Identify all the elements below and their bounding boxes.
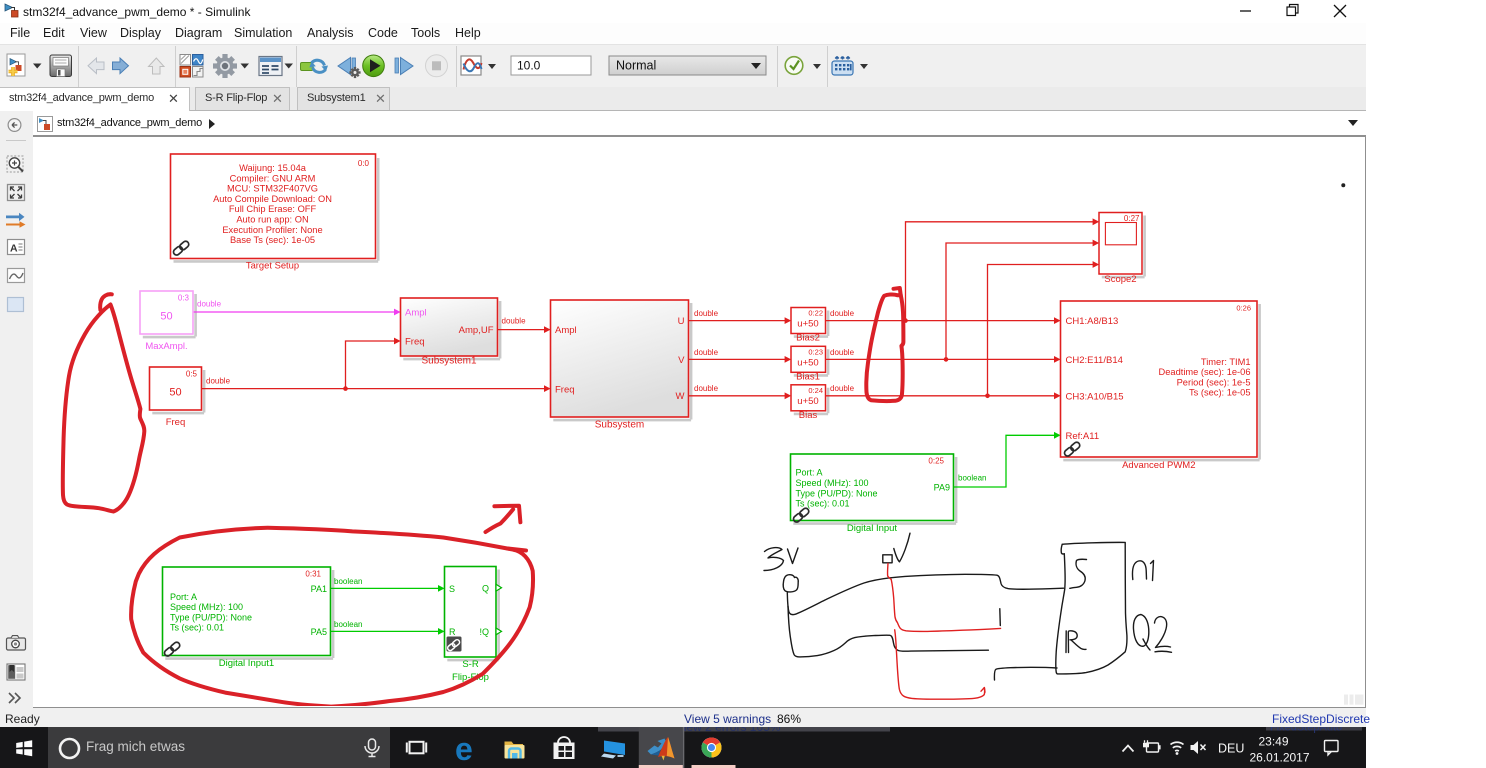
svg-text:boolean: boolean [334,577,362,586]
svg-text:u+50: u+50 [797,396,818,407]
svg-text:Ampl: Ampl [405,308,427,319]
svg-text:Compiler: GNU ARM: Compiler: GNU ARM [230,173,316,183]
svg-text:Type (PU/PD): None: Type (PU/PD): None [170,612,252,622]
svg-text:Freq: Freq [555,385,575,396]
svg-text:PA1: PA1 [311,584,327,594]
svg-text:R: R [449,627,456,637]
svg-text:View 2 errors 105%: View 2 errors 105% [676,727,781,734]
svg-text:!Q: !Q [479,627,489,637]
svg-text:Base Ts (sec): 1e-05: Base Ts (sec): 1e-05 [230,235,315,245]
svg-text:Bias2: Bias2 [796,333,820,344]
svg-text:50: 50 [169,387,181,399]
svg-text:double: double [694,348,719,357]
svg-text:0:5: 0:5 [186,370,198,379]
svg-text:S-R: S-R [462,659,479,670]
svg-text:Ref:A11: Ref:A11 [1066,431,1100,442]
svg-text:10.0: 10.0 [517,59,541,73]
svg-text:0:26: 0:26 [1236,304,1251,313]
svg-text:Ts (sec): 0.01: Ts (sec): 0.01 [796,499,850,509]
svg-text:A: A [10,243,18,255]
svg-text:Digital Input: Digital Input [847,523,898,534]
svg-text:U: U [678,316,685,327]
svg-text:boolean: boolean [958,474,986,483]
svg-text:FixedStepAuto: FixedStepAuto [1270,727,1342,734]
svg-text:Amp,UF: Amp,UF [459,325,494,336]
svg-text:double: double [830,309,855,318]
svg-text:double: double [694,384,719,393]
svg-text:Digital Input1: Digital Input1 [219,658,274,669]
svg-text:double: double [830,384,855,393]
svg-text:W: W [676,391,685,402]
svg-text:double: double [197,300,222,309]
svg-text:23:49: 23:49 [1258,735,1288,749]
svg-text:Bias: Bias [799,410,818,421]
svg-text:MCU: STM32F407VG: MCU: STM32F407VG [227,184,318,194]
svg-text:0:22: 0:22 [808,309,823,318]
svg-text:Full Chip Erase: OFF: Full Chip Erase: OFF [229,204,317,214]
svg-text:MaxAmpl.: MaxAmpl. [145,341,187,352]
svg-text:Deadtime (sec): 1e-06: Deadtime (sec): 1e-06 [1159,367,1251,377]
svg-text:double: double [206,377,231,386]
svg-text:Port: A: Port: A [796,468,823,478]
svg-text:u+50: u+50 [797,319,818,330]
svg-text:CH3:A10/B15: CH3:A10/B15 [1066,391,1124,402]
svg-text:Normal: Normal [616,59,656,73]
svg-text:26.01.2017: 26.01.2017 [1249,751,1309,765]
svg-text:CH2:E11/B14: CH2:E11/B14 [1066,355,1123,366]
svg-text:double: double [830,348,855,357]
svg-text:Scope2: Scope2 [1104,274,1136,285]
svg-text:0:0: 0:0 [358,159,370,168]
svg-text:Q: Q [482,583,489,593]
svg-text:Type (PU/PD): None: Type (PU/PD): None [796,488,878,498]
svg-text:0:3: 0:3 [178,294,190,303]
svg-text:Ampl: Ampl [555,325,577,336]
svg-text:Subsystem1: Subsystem1 [421,356,476,367]
svg-text:DEU: DEU [1218,742,1244,756]
svg-text:PA9: PA9 [934,483,950,493]
svg-text:Timer: TIM1: Timer: TIM1 [1201,357,1251,367]
svg-text:50: 50 [160,311,172,323]
svg-text:u+50: u+50 [797,357,818,368]
svg-text:Port: A: Port: A [170,592,197,602]
svg-text:Waijung: 15.04a: Waijung: 15.04a [239,163,307,173]
svg-text:Ts (sec): 1e-05: Ts (sec): 1e-05 [1189,388,1250,398]
svg-text:CH1:A8/B13: CH1:A8/B13 [1066,316,1119,327]
svg-text:e: e [455,731,473,767]
svg-text:Period (sec): 1e-5: Period (sec): 1e-5 [1177,377,1251,387]
svg-text:PA5: PA5 [311,627,327,637]
svg-text:Speed (MHz): 100: Speed (MHz): 100 [170,602,243,612]
svg-text:boolean: boolean [334,620,362,629]
svg-text:0:23: 0:23 [808,347,823,356]
svg-text:Freq: Freq [166,417,186,428]
svg-text:Bias1: Bias1 [796,371,820,382]
svg-text:double: double [694,309,719,318]
svg-text:V: V [678,355,685,366]
svg-text:Freq: Freq [405,337,425,348]
svg-text:0:24: 0:24 [808,386,823,395]
svg-text:Speed (MHz): 100: Speed (MHz): 100 [796,478,869,488]
svg-text:S: S [449,584,455,594]
svg-text:0:27: 0:27 [1124,214,1140,223]
svg-text:0:31: 0:31 [305,570,321,579]
svg-text:0:25: 0:25 [928,457,944,466]
svg-text:Subsystem: Subsystem [595,420,644,431]
svg-text:double: double [502,317,527,326]
svg-text:Target Setup: Target Setup [246,260,299,271]
svg-text:Auto run app: ON: Auto run app: ON [236,215,308,225]
svg-text:Auto Compile Download: ON: Auto Compile Download: ON [213,194,332,204]
svg-text:Advanced PWM2: Advanced PWM2 [1122,460,1195,471]
svg-text:Ts (sec): 0.01: Ts (sec): 0.01 [170,623,224,633]
svg-text:Execution Profiler: None: Execution Profiler: None [222,225,322,235]
